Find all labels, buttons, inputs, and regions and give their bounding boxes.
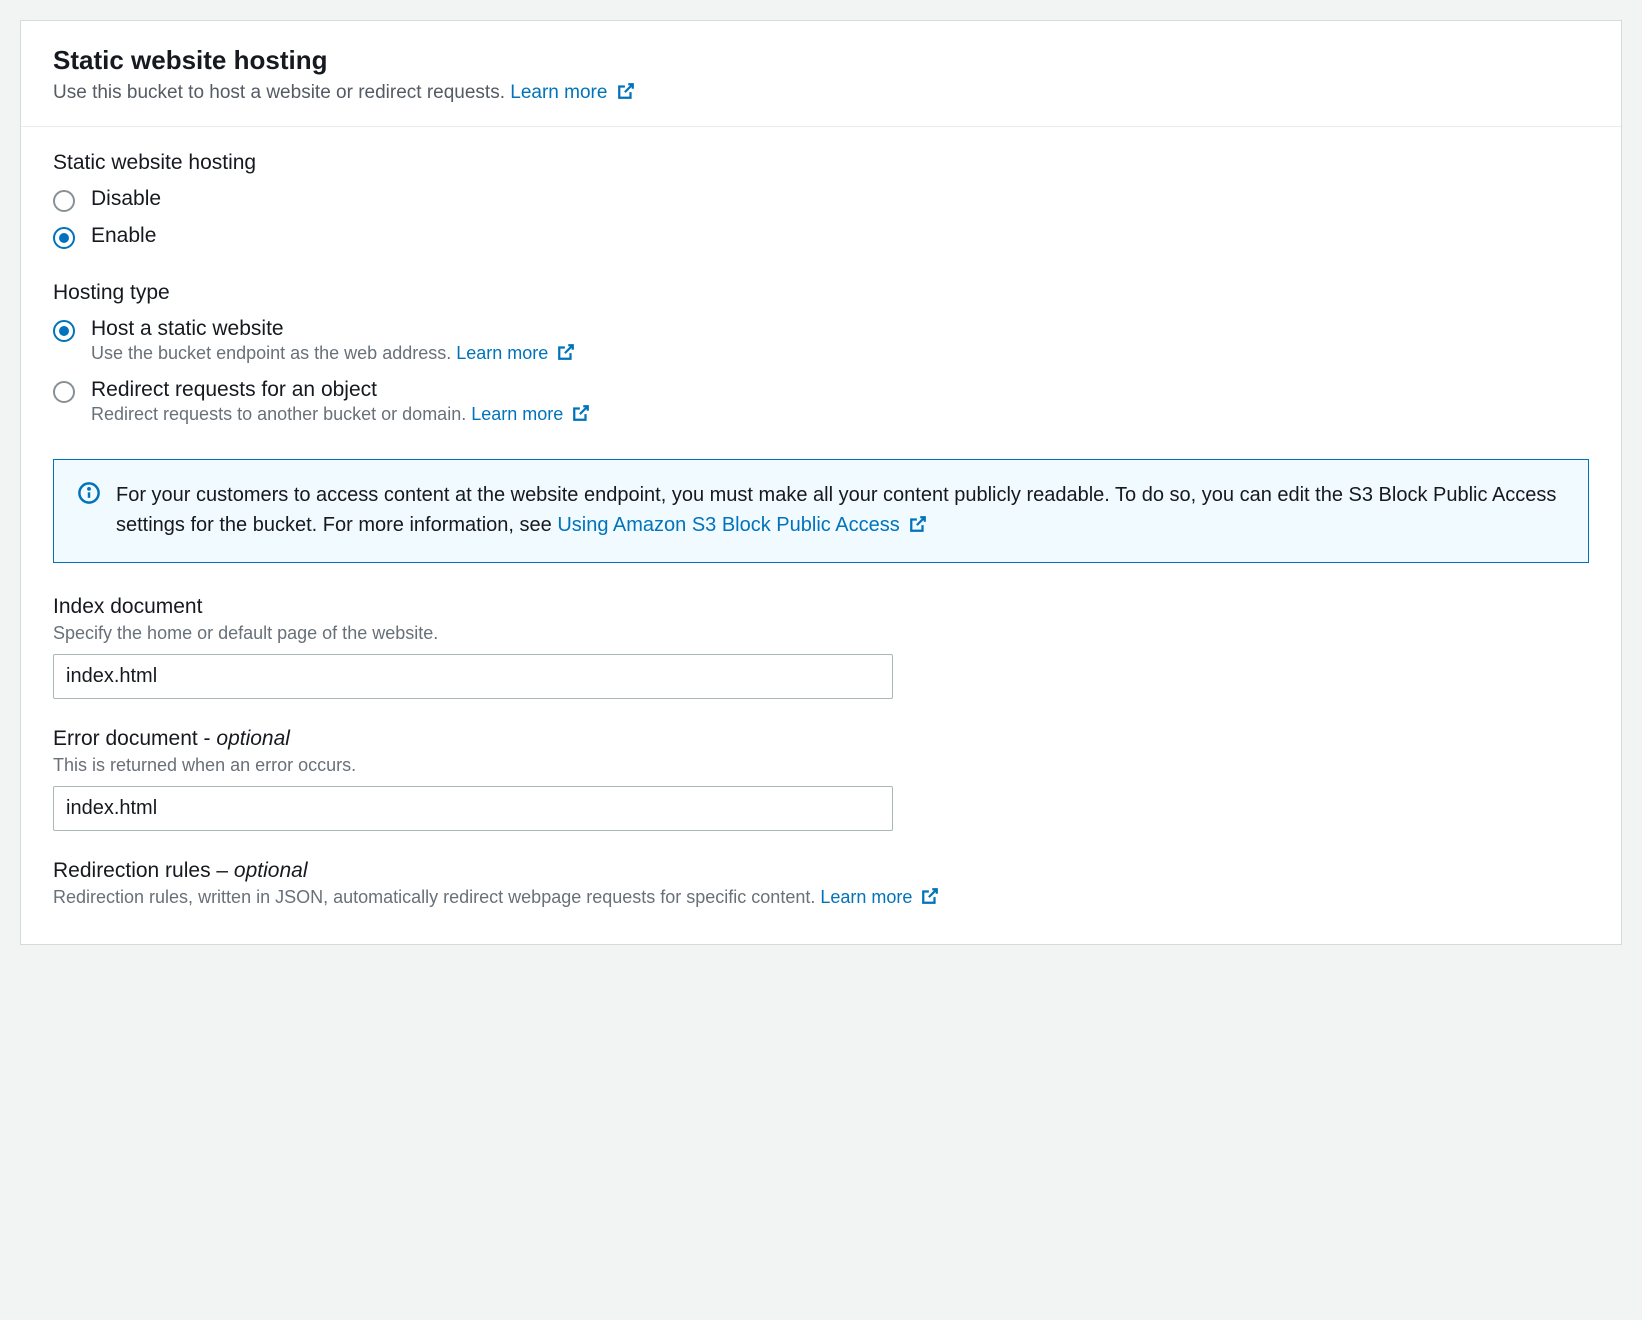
panel-description: Use this bucket to host a website or red… — [53, 82, 1589, 106]
public-access-info-box: For your customers to access content at … — [53, 459, 1589, 563]
panel-body: Static website hosting Disable Enable Ho… — [21, 127, 1621, 944]
static-hosting-panel: Static website hosting Use this bucket t… — [20, 20, 1622, 945]
static-learn-more-link[interactable]: Learn more — [456, 343, 575, 363]
redirection-rules-hint: Redirection rules, written in JSON, auto… — [53, 887, 1589, 910]
radio-host-static[interactable] — [53, 320, 75, 342]
hosting-enable-row[interactable]: Enable — [53, 224, 1589, 249]
hosting-toggle-label: Static website hosting — [53, 151, 1589, 175]
external-link-icon — [572, 404, 590, 427]
error-document-field: Error document - optional This is return… — [53, 727, 1589, 831]
radio-disable-label: Disable — [91, 187, 161, 211]
info-text: For your customers to access content at … — [116, 480, 1564, 542]
radio-enable-label: Enable — [91, 224, 156, 248]
radio-host-static-desc: Use the bucket endpoint as the web addre… — [91, 343, 575, 366]
radio-redirect-label: Redirect requests for an object — [91, 378, 590, 402]
hosting-type-static-row[interactable]: Host a static website Use the bucket end… — [53, 317, 1589, 366]
hosting-type-group: Host a static website Use the bucket end… — [53, 317, 1589, 427]
error-document-input[interactable] — [53, 786, 893, 831]
external-link-icon — [909, 512, 927, 542]
radio-disable[interactable] — [53, 190, 75, 212]
external-link-icon — [921, 887, 939, 910]
error-document-label: Error document - optional — [53, 727, 1589, 751]
index-document-input[interactable] — [53, 654, 893, 699]
hosting-type-label: Hosting type — [53, 281, 1589, 305]
redirect-learn-more-link[interactable]: Learn more — [471, 404, 590, 424]
hosting-disable-row[interactable]: Disable — [53, 187, 1589, 212]
redirection-rules-label: Redirection rules – optional — [53, 859, 1589, 883]
radio-redirect-desc: Redirect requests to another bucket or d… — [91, 404, 590, 427]
header-learn-more-link[interactable]: Learn more — [510, 82, 634, 103]
radio-redirect[interactable] — [53, 381, 75, 403]
error-document-hint: This is returned when an error occurs. — [53, 755, 1589, 776]
radio-enable[interactable] — [53, 227, 75, 249]
block-public-access-link[interactable]: Using Amazon S3 Block Public Access — [557, 514, 927, 536]
external-link-icon — [557, 343, 575, 366]
index-document-hint: Specify the home or default page of the … — [53, 623, 1589, 644]
radio-host-static-label: Host a static website — [91, 317, 575, 341]
index-document-field: Index document Specify the home or defau… — [53, 595, 1589, 699]
redirection-rules-field: Redirection rules – optional Redirection… — [53, 859, 1589, 910]
hosting-type-redirect-row[interactable]: Redirect requests for an object Redirect… — [53, 378, 1589, 427]
hosting-toggle-group: Disable Enable — [53, 187, 1589, 249]
info-icon — [78, 482, 100, 509]
redirection-learn-more-link[interactable]: Learn more — [820, 887, 939, 907]
panel-title: Static website hosting — [53, 45, 1589, 76]
panel-header: Static website hosting Use this bucket t… — [21, 21, 1621, 127]
external-link-icon — [617, 82, 635, 106]
index-document-label: Index document — [53, 595, 1589, 619]
